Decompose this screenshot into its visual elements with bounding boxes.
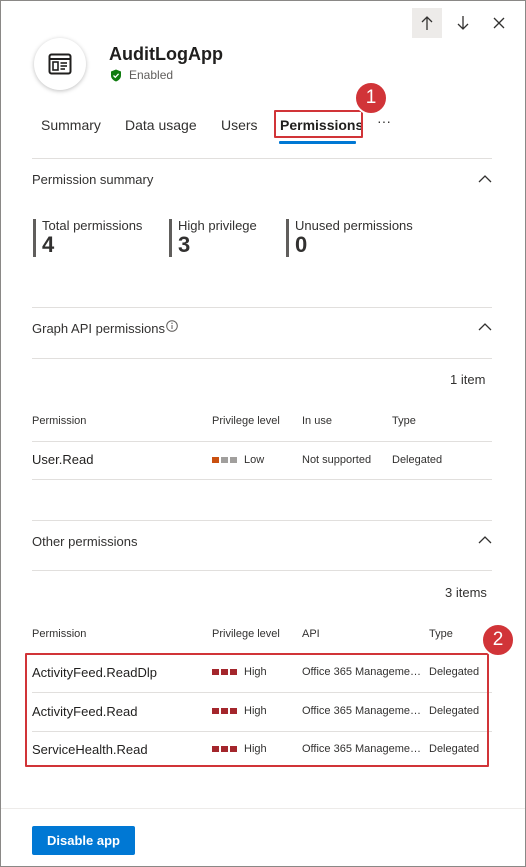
chevron-up-icon[interactable] (477, 171, 493, 187)
chevron-up-icon[interactable] (477, 532, 493, 548)
section-divider (32, 520, 492, 521)
item-count: 1 item (450, 372, 486, 387)
stat-label: Unused permissions (295, 218, 413, 233)
stat-label: High privilege (178, 218, 257, 233)
privilege-bars (212, 457, 237, 463)
close-button[interactable] (484, 8, 514, 38)
privilege-text: Low (244, 454, 265, 466)
stat-label: Total permissions (42, 218, 143, 233)
stat-value: 4 (42, 232, 55, 257)
column-header[interactable]: In use (302, 415, 332, 427)
tab-selected-indicator (279, 141, 356, 144)
arrow-down-icon (457, 16, 469, 30)
info-icon[interactable] (166, 320, 178, 332)
footer-divider (1, 808, 525, 809)
permission-name[interactable]: User.Read (32, 452, 93, 467)
column-header[interactable]: Permission (32, 415, 86, 427)
in-use-value: Not supported (302, 454, 372, 466)
column-header[interactable]: Type (392, 415, 416, 427)
privilege-level: Low (212, 454, 264, 466)
tab-more-button[interactable]: ··· (377, 113, 391, 129)
callout-box-1 (274, 110, 363, 138)
section-divider (32, 570, 492, 571)
item-count: 3 items (445, 585, 487, 600)
tab-users[interactable]: Users (221, 117, 258, 133)
stat-value: 3 (178, 232, 191, 257)
other-permissions-title: Other permissions (32, 534, 138, 549)
disable-app-button[interactable]: Disable app (32, 826, 135, 855)
app-title: AuditLogApp (109, 44, 223, 64)
stat-high-privilege: High privilege 3 (169, 219, 257, 257)
callout-badge-1: 1 (354, 81, 388, 115)
tab-summary[interactable]: Summary (41, 117, 101, 133)
chevron-up-icon[interactable] (477, 319, 493, 335)
stat-total-permissions: Total permissions 4 (33, 219, 142, 257)
stat-value: 0 (295, 232, 308, 257)
tab-data-usage[interactable]: Data usage (125, 117, 197, 133)
arrow-up-icon (421, 16, 433, 30)
permission-summary-title: Permission summary (32, 172, 154, 187)
next-button[interactable] (448, 8, 478, 38)
previous-button[interactable] (412, 8, 442, 38)
status-text: Enabled (129, 68, 174, 82)
column-header[interactable]: Permission (32, 628, 86, 640)
section-divider (32, 307, 492, 308)
type-value: Delegated (392, 454, 443, 466)
stat-unused-permissions: Unused permissions 0 (286, 219, 413, 257)
graph-api-title: Graph API permissions (32, 321, 165, 336)
app-avatar (34, 38, 86, 90)
table-header-divider (32, 441, 492, 442)
app-window-icon (48, 53, 72, 75)
column-header[interactable]: Type (429, 628, 453, 640)
shield-check-icon (111, 69, 121, 81)
column-header[interactable]: API (302, 628, 320, 640)
column-header[interactable]: Privilege level (212, 415, 280, 427)
close-icon (493, 17, 505, 29)
header-divider (32, 158, 492, 159)
callout-badge-2: 2 (481, 623, 515, 657)
section-divider (32, 358, 492, 359)
table-row-divider (32, 479, 492, 480)
callout-box-2 (25, 653, 489, 767)
status-badge: Enabled (110, 68, 173, 82)
column-header[interactable]: Privilege level (212, 628, 280, 640)
